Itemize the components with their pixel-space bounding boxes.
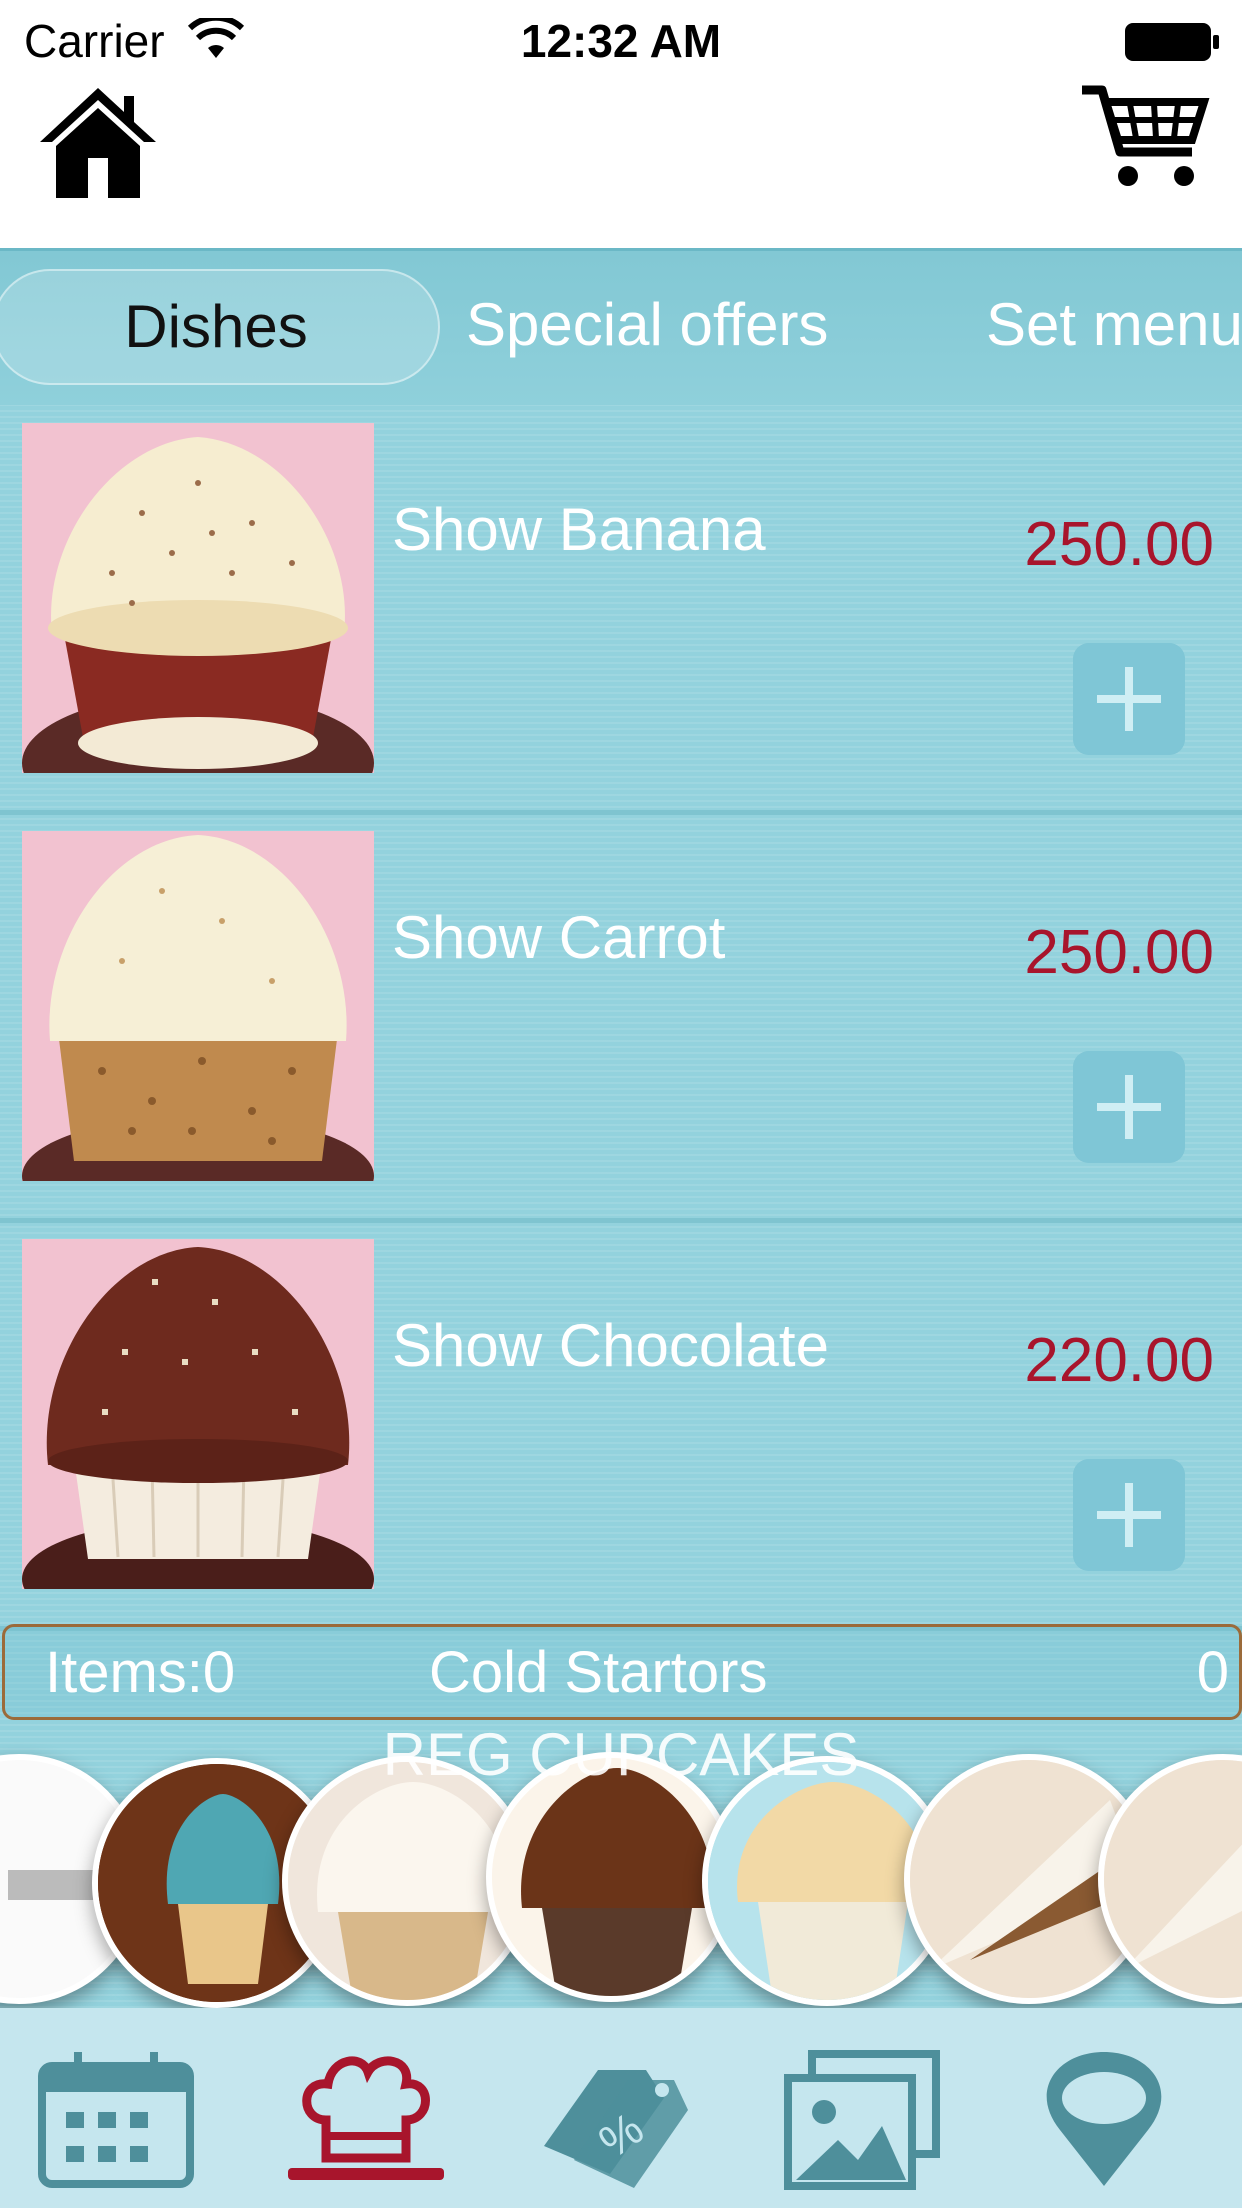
chef-hat-icon[interactable] [286,2050,446,2190]
gallery-icon[interactable] [782,2050,942,2190]
item-image [22,423,374,773]
carousel-title: REG CUPCAKES [382,1721,860,1788]
nav-bar [0,80,1242,248]
home-icon[interactable] [36,84,160,202]
discount-tag-icon[interactable]: % [534,2050,694,2190]
battery-icon [1125,23,1219,61]
item-price: 220.00 [1024,1326,1214,1395]
tab-set-menu[interactable]: Set menu [986,269,1242,381]
status-time: 12:32 AM [520,15,722,67]
screen: Carrier 12:32 AM Dishes Special offers S… [0,0,1242,2208]
list-item[interactable]: Show Carrot 250.00 [0,813,1242,1223]
location-pin-icon[interactable] [1024,2050,1184,2190]
status-bar: Carrier 12:32 AM [0,0,1242,80]
list-item[interactable]: Show Chocolate 220.00 [0,1221,1242,1631]
item-image [22,831,374,1181]
menu-content: Dishes Special offers Set menu Show Bana… [0,248,1242,2008]
category-count: 0 [1196,1640,1229,1705]
item-name: Show Banana [392,496,766,563]
carousel-item[interactable] [1098,1754,1242,2004]
cart-summary-bar: Items:0 Cold Startors 0 [2,1624,1242,1720]
item-price: 250.00 [1024,918,1214,987]
tab-special-offers[interactable]: Special offers [466,269,828,381]
calendar-icon[interactable] [36,2050,196,2190]
add-to-cart-button[interactable] [1073,1051,1185,1163]
tab-dishes[interactable]: Dishes [0,269,440,385]
add-to-cart-button[interactable] [1073,643,1185,755]
list-item[interactable]: Show Banana 250.00 [0,405,1242,815]
item-price: 250.00 [1024,510,1214,579]
items-count-label: Items:0 [45,1640,236,1705]
item-name: Show Chocolate [392,1312,829,1379]
carousel-item[interactable] [486,1752,736,2002]
category-tabs: Dishes Special offers Set menu [0,248,1242,405]
cart-icon[interactable] [1080,82,1210,190]
item-image [22,1239,374,1589]
item-name: Show Carrot [392,904,726,971]
category-label: Cold Startors [429,1640,768,1705]
bottom-tab-bar: % [0,2008,1242,2208]
add-to-cart-button[interactable] [1073,1459,1185,1571]
